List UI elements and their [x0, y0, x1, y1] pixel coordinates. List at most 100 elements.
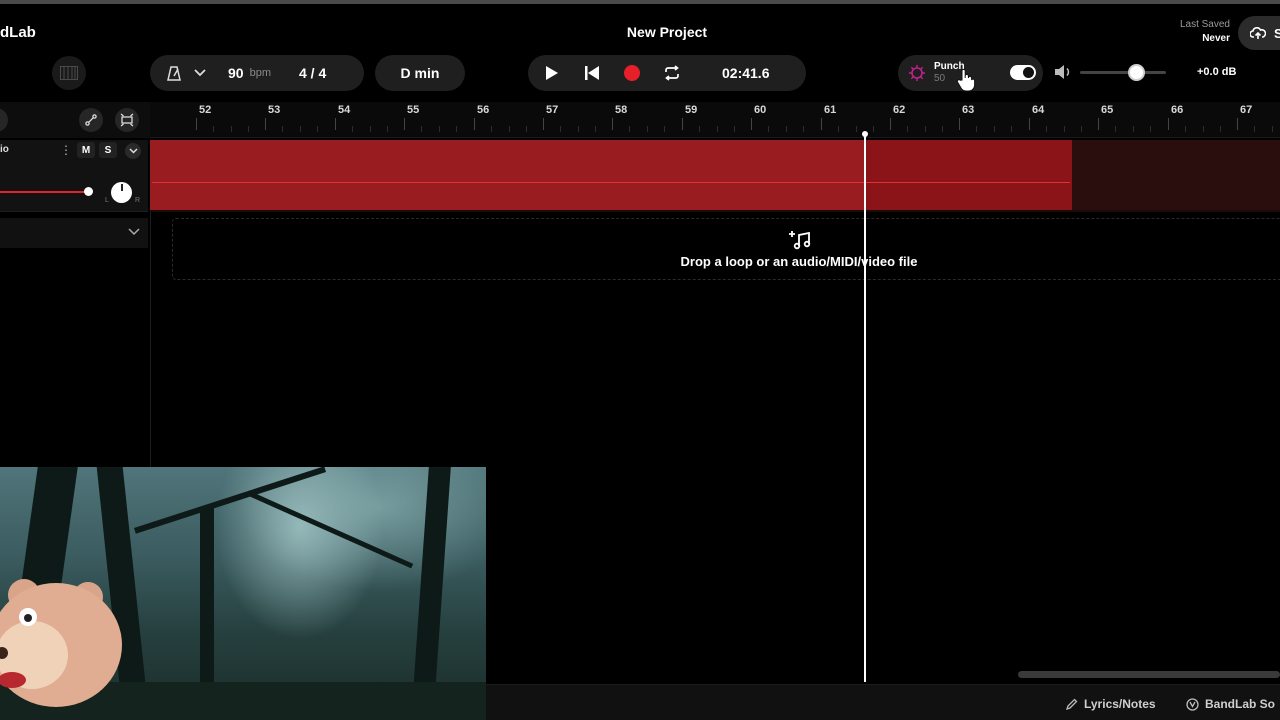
ruler-subtick [352, 126, 353, 132]
ruler-bar-number: 60 [754, 104, 767, 116]
mute-button[interactable]: M [77, 142, 95, 158]
forest-branch [246, 490, 414, 569]
ruler-bar-number: 65 [1101, 104, 1114, 116]
ruler-tick [612, 118, 613, 130]
pan-left-label: L [105, 197, 109, 204]
ruler-tick [821, 118, 822, 130]
ruler-bar-number: 62 [893, 104, 906, 116]
ruler-tick [1098, 118, 1099, 130]
ruler-subtick [1254, 126, 1255, 132]
ruler-bar-number: 61 [824, 104, 837, 116]
punch-toggle[interactable] [1010, 65, 1036, 80]
ruler-subtick [1133, 126, 1134, 132]
ruler-bar-number: 64 [1032, 104, 1045, 116]
ruler-subtick [664, 126, 665, 132]
ruler-subtick [907, 126, 908, 132]
save-button-label: S [1274, 25, 1280, 41]
ruler-tick [1237, 118, 1238, 130]
ruler-subtick [803, 126, 804, 132]
ruler-subtick [873, 126, 874, 132]
loop-button[interactable] [652, 55, 692, 91]
ruler-subtick [370, 126, 371, 132]
last-saved-label: Last Saved [1179, 19, 1230, 30]
bandlab-sounds-button[interactable]: BandLab So [1186, 697, 1275, 711]
ruler-tick [1029, 118, 1030, 130]
hand-cursor-icon [956, 68, 976, 92]
ruler-bar-number: 54 [338, 104, 351, 116]
piano-keyboard-button[interactable] [52, 56, 86, 90]
rewind-button[interactable] [572, 55, 612, 91]
track-name[interactable]: io [0, 144, 9, 155]
lyrics-notes-label: Lyrics/Notes [1084, 697, 1156, 711]
webcam-overlay [0, 467, 486, 720]
ruler-bar-number: 57 [546, 104, 559, 116]
ruler-subtick [1011, 126, 1012, 132]
track-volume-thumb[interactable] [84, 187, 93, 196]
lyrics-notes-button[interactable]: Lyrics/Notes [1066, 697, 1156, 711]
drop-zone-text: Drop a loop or an audio/MIDI/video file [680, 254, 918, 269]
metronome-icon[interactable] [164, 63, 184, 83]
project-title[interactable]: New Project [560, 24, 774, 40]
last-saved-info: Last Saved Never [1180, 18, 1230, 46]
chevron-down-icon [128, 148, 138, 154]
add-music-icon [789, 231, 811, 250]
ruler-subtick [1046, 126, 1047, 132]
master-volume-readout: +0.0 dB [1197, 66, 1237, 78]
last-saved-value: Never [1202, 33, 1230, 44]
ruler-tick [196, 118, 197, 130]
record-button[interactable] [612, 55, 652, 91]
chevron-down-icon[interactable] [192, 65, 208, 81]
chevron-down-icon[interactable] [126, 224, 142, 240]
pan-knob[interactable] [111, 182, 132, 203]
ruler-subtick [231, 126, 232, 132]
ruler-subtick [491, 126, 492, 132]
fit-view-button[interactable] [115, 108, 139, 132]
ruler-subtick [856, 126, 857, 132]
ruler-bar-number: 67 [1240, 104, 1253, 116]
automation-button[interactable] [79, 108, 103, 132]
vertical-dots-icon[interactable]: ⋮ [60, 143, 72, 157]
tempo-unit: bpm [249, 67, 271, 79]
panel-divider [150, 212, 151, 468]
forest-branch [133, 467, 327, 534]
track-expand-button[interactable] [125, 143, 141, 159]
piano-keyboard-icon [60, 66, 78, 80]
play-button[interactable] [532, 55, 572, 91]
ruler-subtick [387, 126, 388, 132]
solo-button[interactable]: S [99, 142, 117, 158]
ruler-bar-number: 53 [268, 104, 281, 116]
ruler-subtick [282, 126, 283, 132]
ruler-subtick [647, 126, 648, 132]
punch-icon [908, 64, 926, 82]
cloud-upload-icon [1250, 27, 1266, 39]
tempo-control: 90 bpm 4 / 4 [150, 55, 364, 91]
window-top-border [0, 0, 1280, 4]
ruler-subtick [1203, 126, 1204, 132]
horizontal-scrollbar-thumb[interactable] [1018, 671, 1280, 678]
ruler-subtick [1150, 126, 1151, 132]
ruler-subtick [1185, 126, 1186, 132]
playhead-handle[interactable] [862, 131, 868, 137]
ruler-bar-number: 52 [199, 104, 212, 116]
ruler-tick [1168, 118, 1169, 130]
key-value: D min [400, 65, 440, 81]
ruler-subtick [1115, 126, 1116, 132]
time-signature[interactable]: 4 / 4 [299, 65, 326, 81]
ruler-subtick [456, 126, 457, 132]
speaker-icon[interactable] [1054, 64, 1072, 80]
ruler-subtick [717, 126, 718, 132]
footer-bar [486, 684, 1280, 720]
ruler-bar-number: 59 [685, 104, 698, 116]
app-logo[interactable]: dLab [0, 24, 36, 41]
master-volume-slider[interactable] [1080, 71, 1166, 74]
key-selector[interactable]: D min [375, 55, 465, 91]
ruler-subtick [421, 126, 422, 132]
drop-zone[interactable] [172, 218, 1280, 280]
save-button[interactable]: S [1238, 16, 1280, 50]
playhead[interactable] [864, 134, 866, 682]
track-volume-slider[interactable] [0, 191, 88, 193]
audio-waveform [152, 182, 1070, 183]
tempo-value[interactable]: 90 [228, 65, 244, 81]
ruler-subtick [317, 126, 318, 132]
master-volume-thumb[interactable] [1128, 64, 1145, 81]
